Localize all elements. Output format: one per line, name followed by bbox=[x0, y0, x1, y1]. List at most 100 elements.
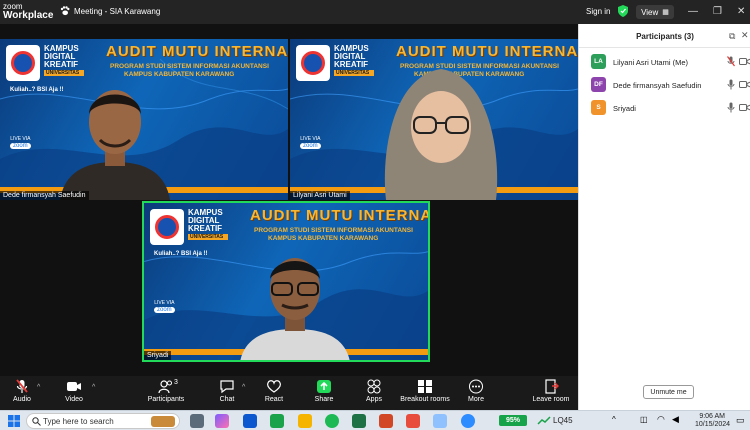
mic-icon[interactable] bbox=[727, 102, 735, 113]
kampus-digital-kreatif-label: KAMPUS DIGITAL KREATIF UNIVERSITAS bbox=[334, 45, 378, 76]
chrome-icon[interactable] bbox=[270, 414, 284, 428]
kdk-text: KAMPUS DIGITAL KREATIF bbox=[334, 44, 369, 69]
close-icon[interactable]: ✕ bbox=[737, 6, 745, 17]
powerpoint-icon[interactable] bbox=[379, 414, 393, 428]
participant-name-label: Lilyani Asri Utami bbox=[290, 191, 350, 200]
avatar: LA bbox=[591, 54, 606, 69]
university-logo bbox=[6, 45, 40, 81]
audio-options-chevron-icon[interactable]: ^ bbox=[37, 384, 40, 391]
brand-line-2: Workplace bbox=[3, 10, 54, 21]
file-explorer-icon[interactable] bbox=[298, 414, 312, 428]
chat-button[interactable]: Chat bbox=[202, 379, 252, 403]
participants-icon bbox=[158, 380, 172, 394]
view-grid-icon: ▦ bbox=[662, 9, 669, 16]
live-via-text: LIVE VIA bbox=[154, 300, 175, 306]
participant-name: Dede firmansyah Saefudin bbox=[613, 81, 702, 90]
copilot-icon[interactable] bbox=[215, 414, 229, 428]
participant-row[interactable]: LA Lilyani Asri Utami (Me) bbox=[591, 54, 750, 70]
pop-out-icon[interactable]: ⧉ bbox=[729, 31, 735, 42]
video-camera-icon bbox=[67, 382, 81, 391]
kampus-digital-kreatif-label: KAMPUS DIGITAL KREATIF UNIVERSITAS bbox=[44, 45, 88, 76]
slide-heading: AUDIT MUTU INTERNAL bbox=[250, 207, 430, 224]
mic-muted-icon[interactable] bbox=[727, 56, 735, 67]
more-button[interactable]: More bbox=[451, 379, 501, 403]
participants-panel-title: Participants (3) bbox=[636, 32, 694, 41]
stock-ticker[interactable]: LQ45 bbox=[553, 416, 573, 425]
kuliah-bsi-label: Kuliah..? BSI Aja !! bbox=[10, 87, 64, 93]
tray-chevron-icon[interactable]: ^ bbox=[612, 415, 616, 424]
wifi-icon[interactable]: ◠ bbox=[657, 414, 665, 425]
participant-name-label: Dede firmansyah Saefudin bbox=[0, 191, 89, 200]
chat-label: Chat bbox=[219, 396, 235, 403]
view-label: View bbox=[641, 7, 659, 17]
leave-door-icon bbox=[545, 379, 559, 394]
apps-button[interactable]: Apps bbox=[349, 379, 399, 403]
video-button[interactable]: Video bbox=[49, 379, 99, 403]
zoom-taskbar-icon[interactable] bbox=[461, 414, 475, 428]
video-options-chevron-icon[interactable]: ^ bbox=[92, 384, 95, 391]
network-icon[interactable]: ◫ bbox=[640, 415, 648, 424]
unmute-me-button[interactable]: Unmute me bbox=[643, 385, 694, 399]
kdk-text: KAMPUS DIGITAL KREATIF bbox=[44, 44, 79, 69]
pdf-app-icon[interactable] bbox=[406, 414, 420, 428]
share-screen-icon bbox=[317, 380, 331, 393]
audio-label: Audio bbox=[13, 396, 31, 403]
windows-start-icon[interactable] bbox=[8, 415, 20, 427]
mic-muted-icon bbox=[16, 379, 28, 393]
participants-button[interactable]: 3 Participants bbox=[140, 379, 192, 403]
participants-panel-header: Participants (3) ⧉ ✕ bbox=[579, 24, 750, 48]
apps-icon bbox=[367, 379, 381, 394]
notification-icon[interactable]: ▭ bbox=[736, 415, 745, 426]
slide-program: PROGRAM STUDI SISTEM INFORMASI AKUNTANSI bbox=[254, 227, 413, 234]
more-dots-icon bbox=[469, 379, 483, 394]
taskbar-search-box[interactable]: Type here to search bbox=[26, 413, 180, 429]
live-via-zoom-badge: LIVE VIA zoom bbox=[154, 300, 175, 313]
volume-icon[interactable]: ◀ bbox=[672, 414, 679, 425]
zoom-mini-logo: zoom bbox=[154, 307, 175, 313]
react-button[interactable]: React bbox=[249, 379, 299, 403]
participant-name: Sriyadi bbox=[613, 104, 636, 113]
video-tile-lilyani[interactable]: KAMPUS DIGITAL KREATIF UNIVERSITAS AUDIT … bbox=[290, 39, 578, 200]
maximize-icon[interactable]: ❐ bbox=[713, 6, 722, 17]
participant-row[interactable]: S Sriyadi bbox=[591, 100, 750, 116]
breakout-rooms-button[interactable]: Breakout rooms bbox=[396, 379, 454, 403]
leave-room-button[interactable]: Leave room bbox=[526, 379, 576, 403]
sign-in-button[interactable]: Sign in bbox=[586, 7, 610, 16]
share-button[interactable]: Share bbox=[299, 379, 349, 403]
close-panel-icon[interactable]: ✕ bbox=[741, 30, 749, 41]
live-via-zoom-badge: LIVE VIA zoom bbox=[300, 136, 321, 149]
video-camera-icon[interactable] bbox=[739, 80, 750, 89]
windows-taskbar: Type here to search 95% LQ45 ^ ◫ ◠ ◀ 9:0… bbox=[0, 410, 750, 430]
store-app-icon[interactable] bbox=[433, 414, 447, 428]
meeting-control-bar: Audio ^ Video ^ 3 Participants Chat ^ Re… bbox=[0, 376, 578, 410]
battery-widget[interactable]: 95% bbox=[499, 415, 527, 426]
video-tile-sriyadi[interactable]: KAMPUS DIGITAL KREATIF UNIVERSITAS Kuliah… bbox=[142, 201, 430, 362]
clock-time: 9:06 AM bbox=[699, 413, 725, 420]
edge-browser-icon[interactable] bbox=[243, 414, 257, 428]
task-view-icon[interactable] bbox=[190, 414, 204, 428]
system-clock[interactable]: 9:06 AM 10/15/2024 bbox=[695, 413, 730, 429]
participants-count: 3 bbox=[174, 379, 178, 386]
video-stage: KAMPUS DIGITAL KREATIF UNIVERSITAS Kuliah… bbox=[0, 24, 578, 376]
participant-row[interactable]: DF Dede firmansyah Saefudin bbox=[591, 77, 750, 93]
audio-button[interactable]: Audio bbox=[0, 379, 47, 403]
live-via-text: LIVE VIA bbox=[300, 136, 321, 142]
video-tile-dede[interactable]: KAMPUS DIGITAL KREATIF UNIVERSITAS Kuliah… bbox=[0, 39, 288, 200]
excel-icon[interactable] bbox=[352, 414, 366, 428]
chat-options-chevron-icon[interactable]: ^ bbox=[242, 384, 245, 391]
chat-bubble-icon bbox=[220, 380, 234, 394]
mic-icon[interactable] bbox=[727, 79, 735, 90]
live-via-zoom-badge: LIVE VIA zoom bbox=[10, 136, 31, 149]
video-camera-icon[interactable] bbox=[739, 57, 750, 66]
leave-label: Leave room bbox=[532, 396, 570, 403]
minimize-icon[interactable]: — bbox=[688, 6, 698, 17]
video-camera-icon[interactable] bbox=[739, 103, 750, 112]
slide-campus: KAMPUS KABUPATEN KARAWANG bbox=[268, 235, 379, 242]
live-via-text: LIVE VIA bbox=[10, 136, 31, 142]
zoom-mini-logo: zoom bbox=[300, 143, 321, 149]
spotify-icon[interactable] bbox=[325, 414, 339, 428]
participants-panel: Participants (3) ⧉ ✕ LA Lilyani Asri Uta… bbox=[578, 24, 750, 410]
avatar-initials: S bbox=[596, 104, 601, 111]
meeting-title: Meeting - SIA Karawang bbox=[60, 6, 160, 16]
view-button[interactable]: View ▦ bbox=[636, 5, 674, 19]
